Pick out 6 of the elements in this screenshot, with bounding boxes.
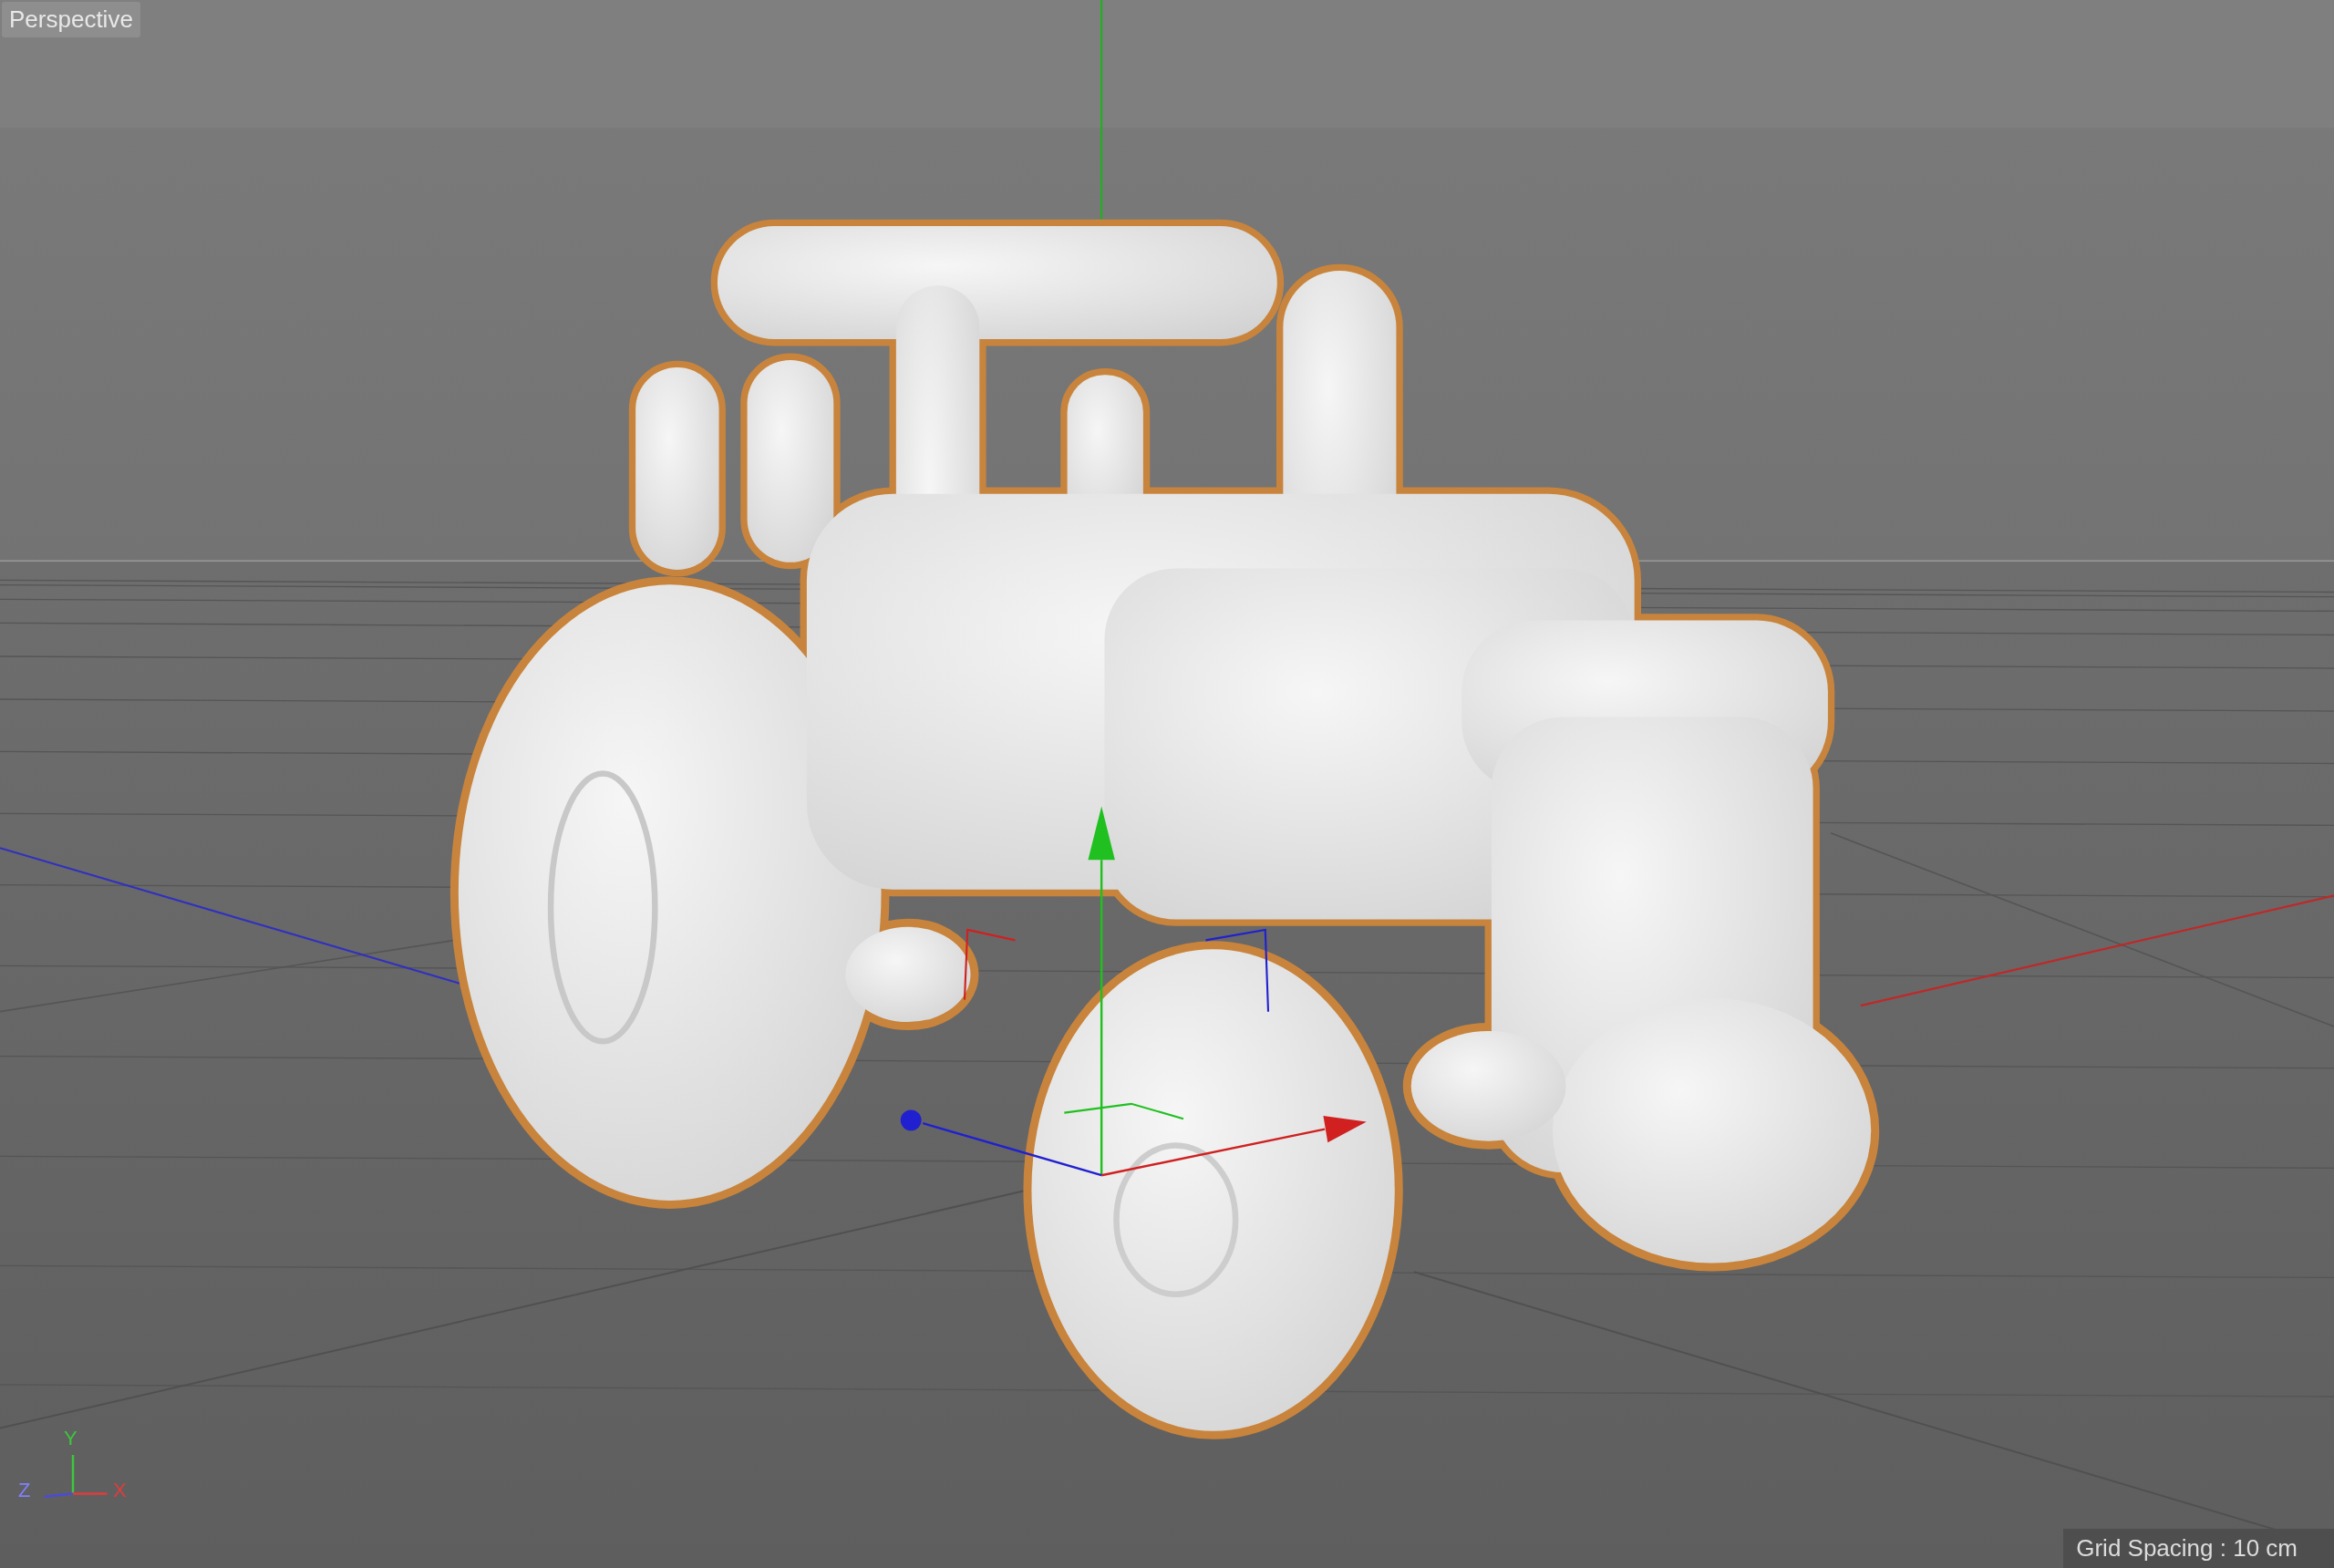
- axis-letter: X: [113, 1479, 127, 1502]
- axis-letter: Z: [18, 1479, 31, 1502]
- grid-spacing-label: Grid Spacing : 10 cm: [2063, 1529, 2334, 1568]
- axis-indicator-icon: [44, 1455, 108, 1498]
- axis-letter: Y: [64, 1427, 77, 1450]
- viewport-canvas[interactable]: Perspective Y Z X Grid Spacing : 10 cm: [0, 0, 2334, 1568]
